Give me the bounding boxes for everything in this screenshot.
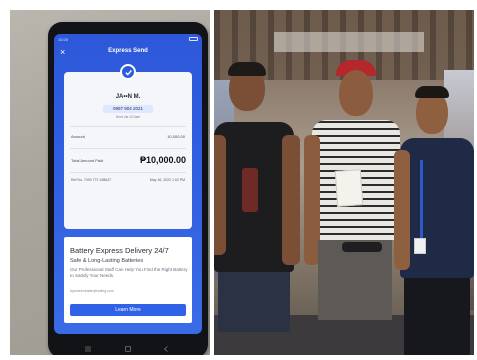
divider <box>70 172 186 173</box>
receipt-paper <box>334 169 364 207</box>
recipient-sub: Sent via GCash <box>115 115 141 119</box>
menu-nav-icon[interactable] <box>84 345 92 353</box>
ad-banner[interactable]: Battery Express Delivery 24/7 Safe & Lon… <box>64 237 192 323</box>
divider <box>70 126 186 127</box>
right-photo-three-men <box>214 10 474 355</box>
success-check-icon <box>120 64 136 80</box>
recipient-name: JA••N M. <box>115 94 141 100</box>
ad-title: Battery Express Delivery 24/7 <box>70 246 169 255</box>
man-left-black-tank <box>214 10 304 355</box>
receipt-card: JA••N M. 0997 904 2021 Sent via GCash Am… <box>64 72 192 229</box>
phone-screen: 10:20 × Express Send JA••N M. 0997 904 2… <box>54 34 202 334</box>
ad-description: Our Professional Staff Can Help You Find… <box>70 267 188 278</box>
transaction-date: May 16, 2022 1:02 PM <box>149 178 185 182</box>
reference-number: Ref No. 7009 772 198647 <box>71 178 112 182</box>
left-photo-phone-receipt: 10:20 × Express Send JA••N M. 0997 904 2… <box>10 10 210 355</box>
divider <box>70 148 186 149</box>
home-nav-icon[interactable] <box>124 345 132 353</box>
screen-title: Express Send <box>108 48 148 54</box>
smartphone: 10:20 × Express Send JA••N M. 0997 904 2… <box>48 22 208 355</box>
man-center-striped-shirt <box>302 10 402 355</box>
status-time: 10:20 <box>58 37 69 42</box>
man-right-navy-polo <box>394 10 474 355</box>
amount-label: Amount <box>71 134 85 139</box>
total-label: Total Amount Paid <box>71 158 104 163</box>
android-nav-bar <box>48 342 208 355</box>
back-nav-icon[interactable] <box>162 345 170 353</box>
screen-header: × Express Send <box>54 46 202 60</box>
total-value: ₱10,000.00 <box>139 155 186 165</box>
learn-more-button[interactable]: Learn More <box>70 304 186 316</box>
ad-subtitle: Safe & Long-Lasting Batteries <box>70 258 144 264</box>
amount-value: 10,000.00 <box>167 134 185 139</box>
status-bar: 10:20 <box>58 36 198 44</box>
ad-url: bjurmetrobatterytrading.com <box>70 289 114 293</box>
battery-icon <box>189 37 198 41</box>
recipient-number: 0997 904 2021 <box>103 105 153 113</box>
